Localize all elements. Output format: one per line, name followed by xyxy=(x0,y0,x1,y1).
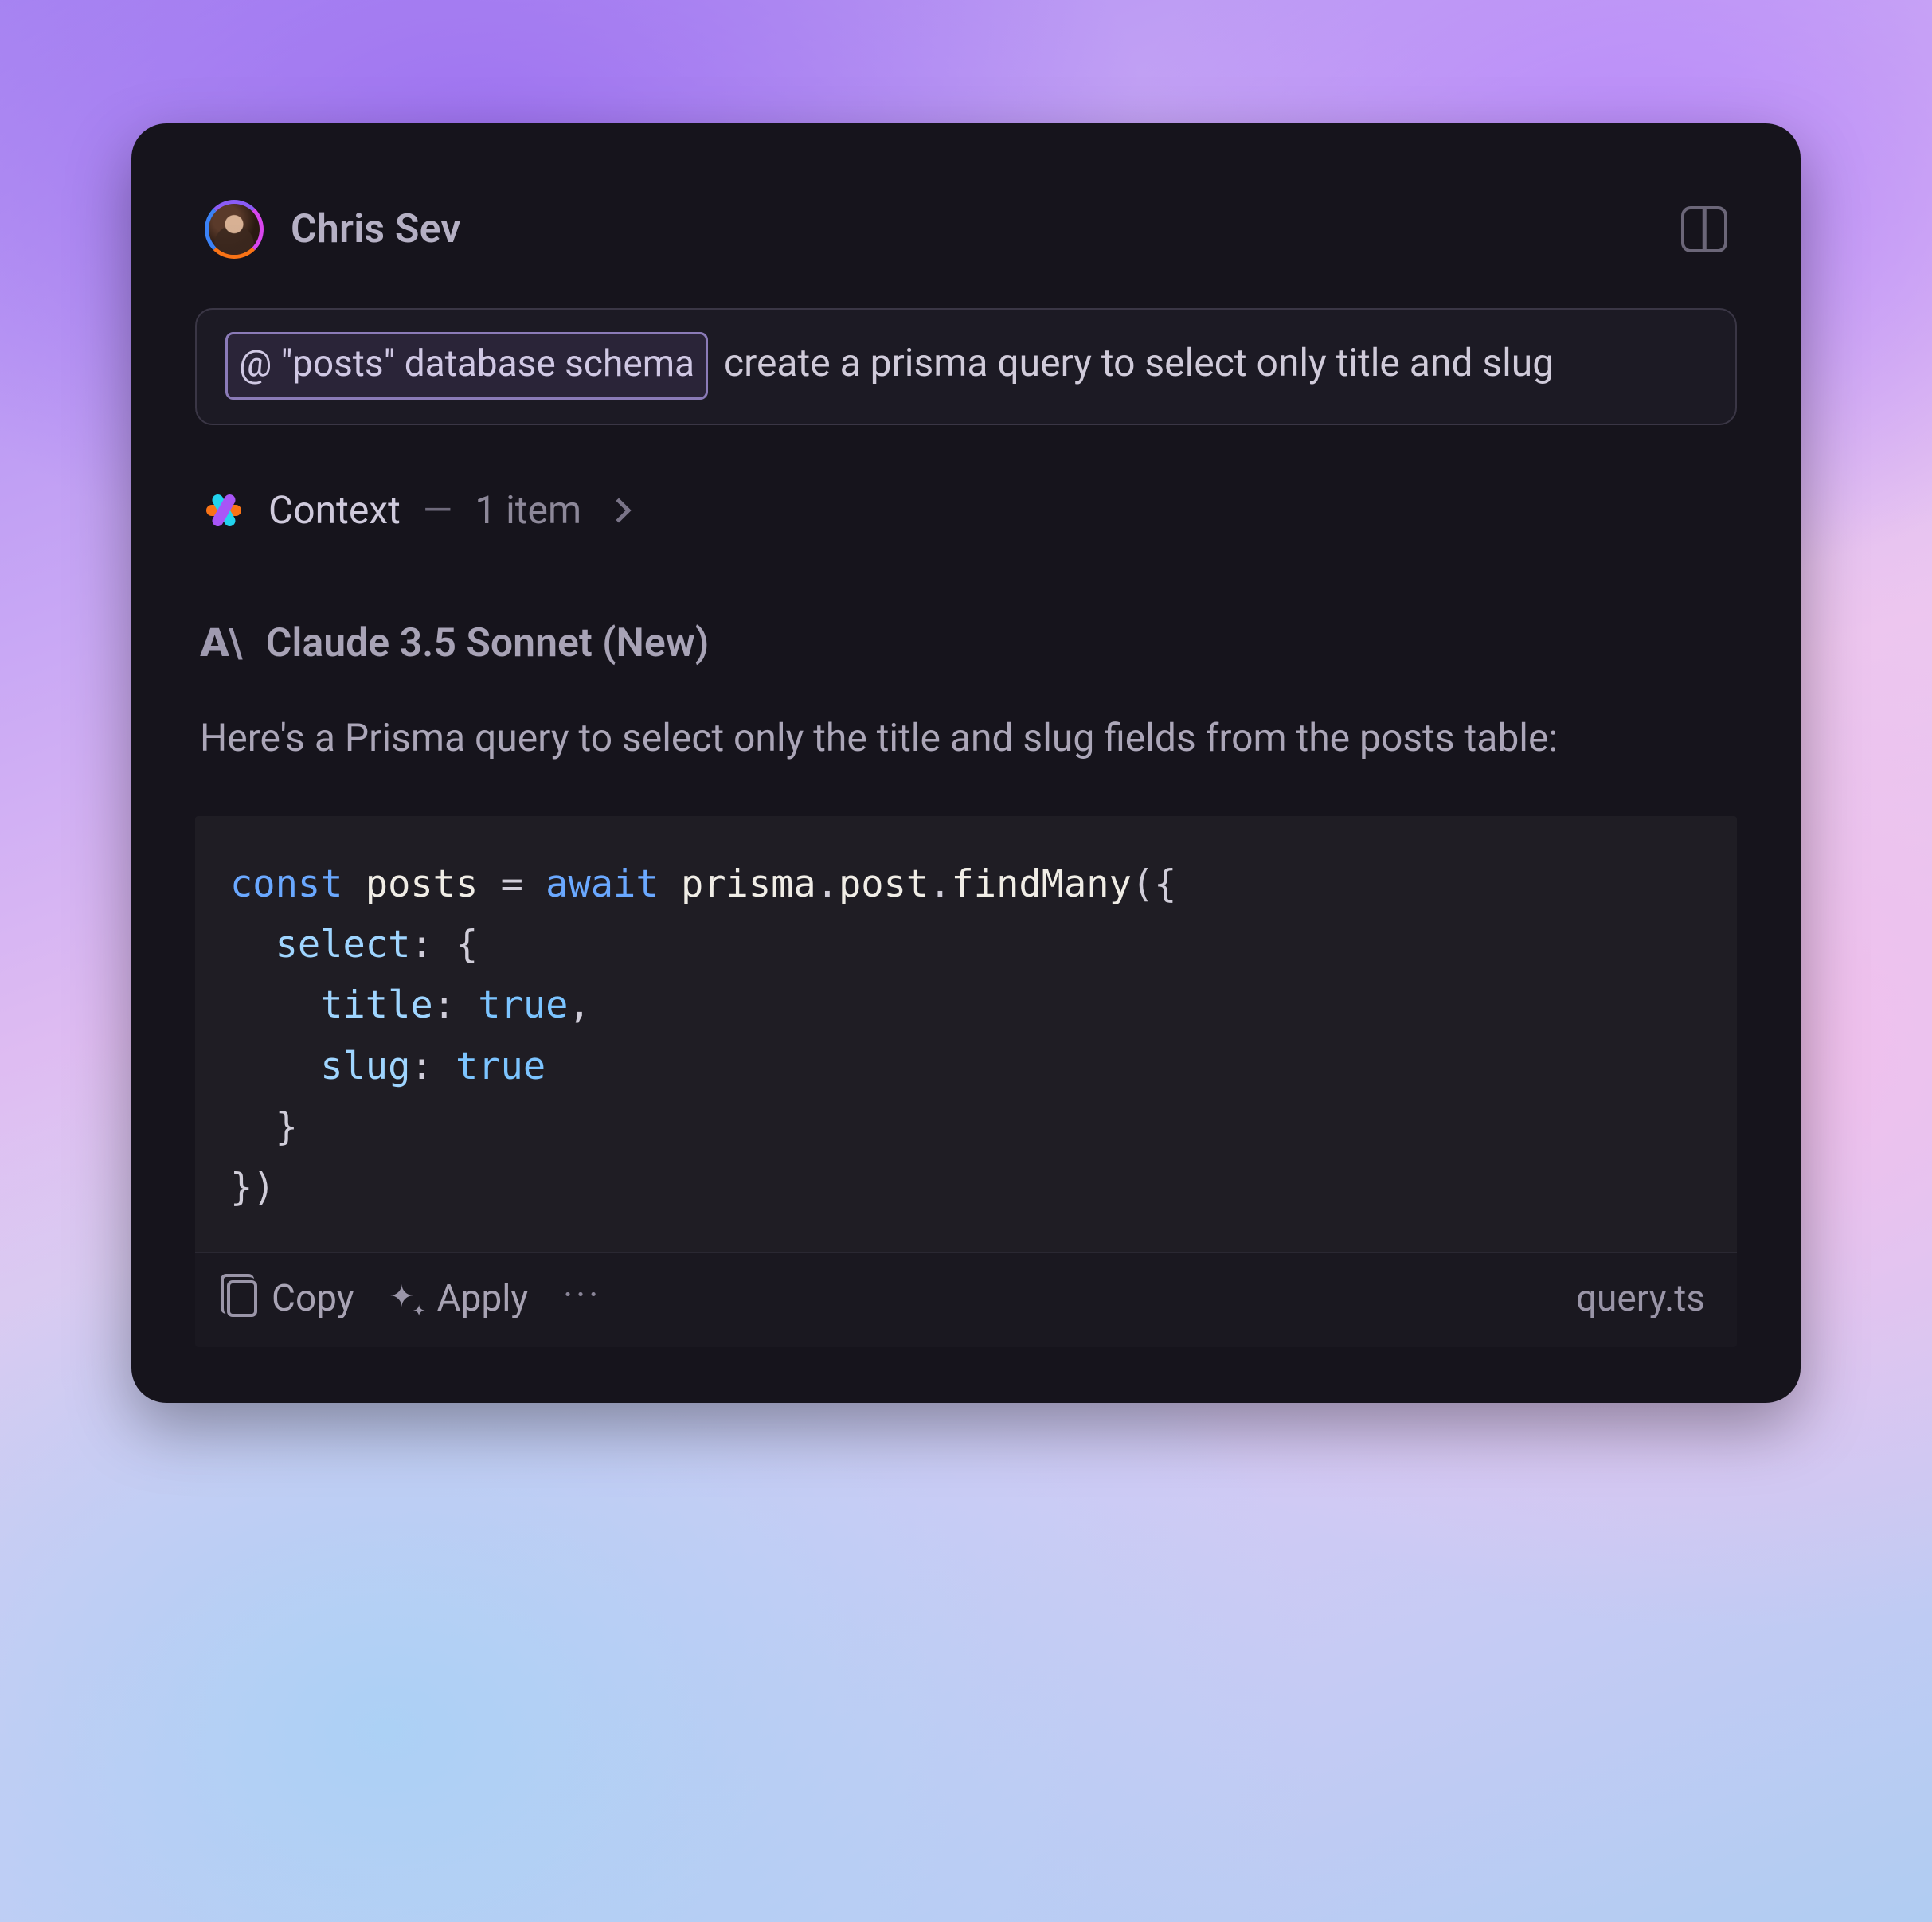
code-footer-left: Copy Apply ··· xyxy=(227,1274,601,1323)
user-group: Chris Sev xyxy=(205,200,461,259)
anthropic-logo-icon: A\ xyxy=(200,621,242,666)
copy-label: Copy xyxy=(272,1277,354,1320)
model-row: A\ Claude 3.5 Sonnet (New) xyxy=(195,620,1737,666)
chevron-right-icon xyxy=(607,498,632,522)
code-block[interactable]: const posts = await prisma.post.findMany… xyxy=(195,816,1737,1252)
more-button[interactable]: ··· xyxy=(563,1274,601,1323)
copy-button[interactable]: Copy xyxy=(227,1277,354,1320)
apply-label: Apply xyxy=(437,1277,529,1320)
prompt-text: create a prisma query to select only tit… xyxy=(714,340,1554,385)
copy-icon xyxy=(227,1280,257,1317)
code-footer: Copy Apply ··· query.ts xyxy=(195,1252,1737,1347)
context-label: Context xyxy=(268,487,401,533)
avatar[interactable] xyxy=(205,200,264,259)
model-name: Claude 3.5 Sonnet (New) xyxy=(266,620,710,666)
mention-chip[interactable]: @ "posts" database schema xyxy=(225,332,708,400)
response-text: Here's a Prisma query to select only the… xyxy=(195,708,1737,768)
prompt-input[interactable]: @ "posts" database schema create a prism… xyxy=(195,308,1737,425)
context-icon xyxy=(201,488,246,533)
username: Chris Sev xyxy=(291,206,461,252)
panel-toggle-icon[interactable] xyxy=(1681,206,1727,252)
code-filename: query.ts xyxy=(1576,1277,1705,1320)
header-row: Chris Sev xyxy=(195,200,1737,259)
chat-panel: Chris Sev @ "posts" database schema crea… xyxy=(131,123,1801,1403)
context-separator: — xyxy=(423,487,452,533)
apply-button[interactable]: Apply xyxy=(389,1277,529,1320)
context-count: 1 item xyxy=(475,487,581,533)
context-row[interactable]: Context — 1 item xyxy=(195,487,1737,533)
sparkle-icon xyxy=(389,1282,423,1315)
